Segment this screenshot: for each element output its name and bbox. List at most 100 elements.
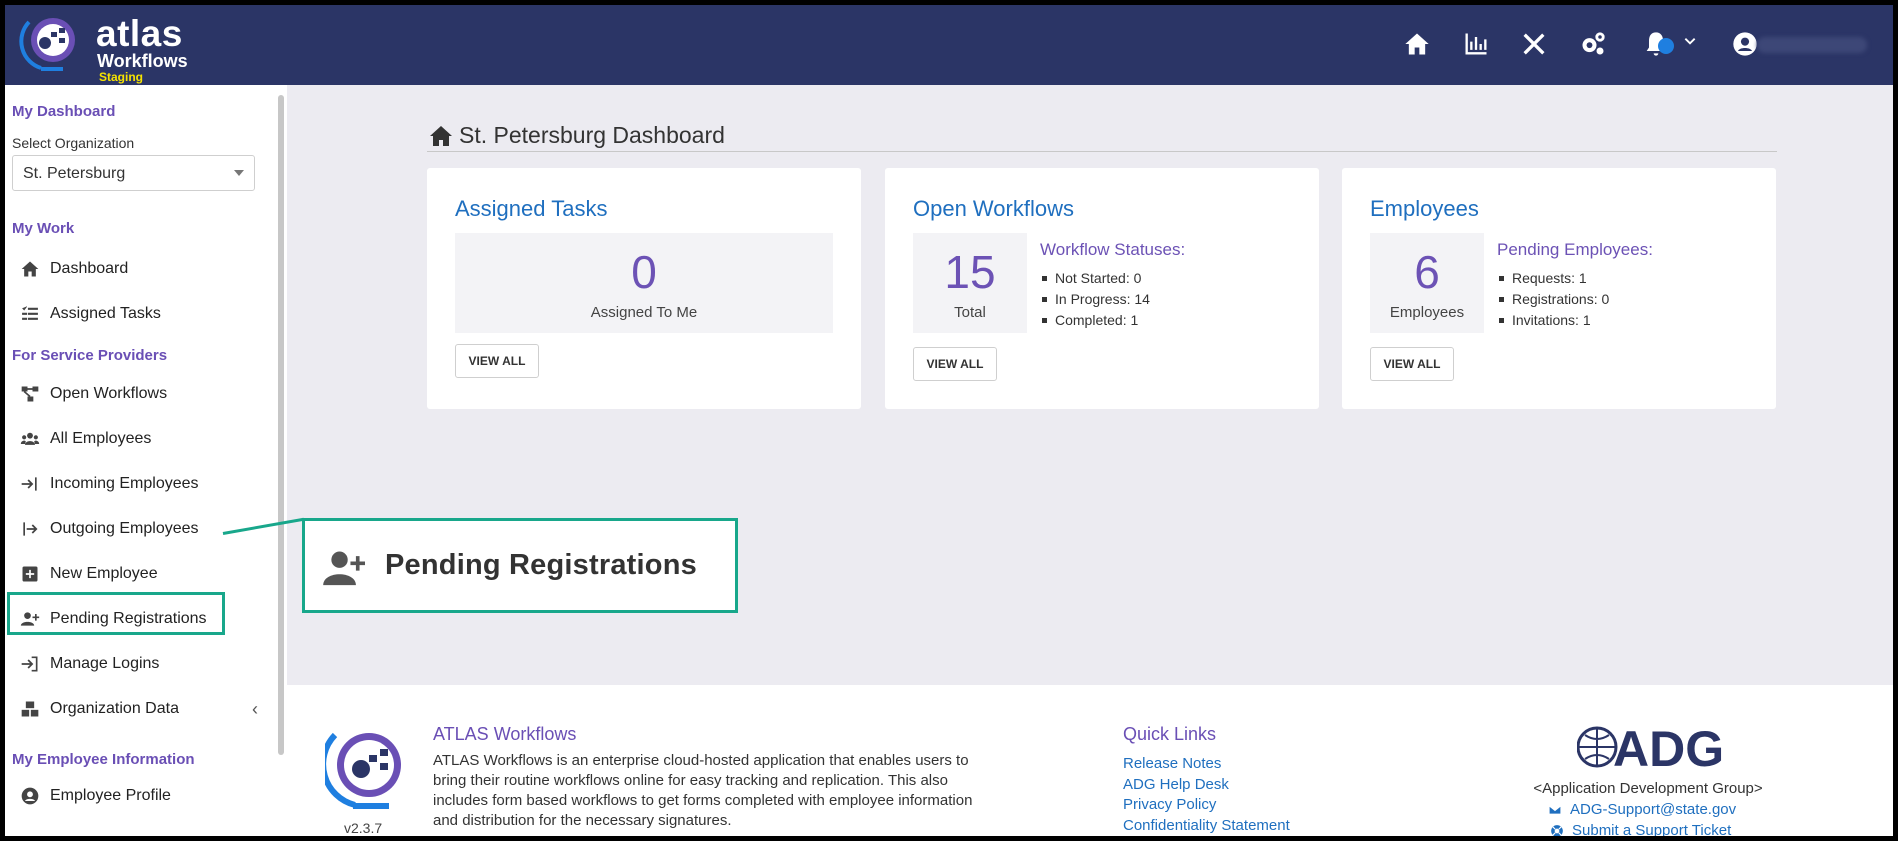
adg-email-link[interactable]: ADG-Support@state.gov xyxy=(1548,801,1736,818)
sidebar-scrollbar[interactable] xyxy=(278,95,284,755)
stat-label: Total xyxy=(954,304,986,321)
chevron-left-icon[interactable]: ‹ xyxy=(252,699,258,720)
sidebar-item-open-workflows[interactable]: Open Workflows xyxy=(12,376,272,412)
support-ticket-link[interactable]: Submit a Support Ticket xyxy=(1550,822,1731,836)
highlight-box xyxy=(7,592,225,635)
stat-number: 0 xyxy=(631,246,657,298)
page-header: St. Petersburg Dashboard xyxy=(427,118,1777,152)
stat-number: 6 xyxy=(1414,246,1440,298)
adg-email-text: ADG-Support@state.gov xyxy=(1570,801,1737,818)
list-item: Completed: 1 xyxy=(1040,310,1150,331)
plus-square-icon xyxy=(22,566,38,582)
stat-box: 0 Assigned To Me xyxy=(455,233,833,333)
pending-employees-list: Requests: 1 Registrations: 0 Invitations… xyxy=(1497,268,1609,331)
sidebar-item-label: Dashboard xyxy=(50,260,129,277)
quick-links-title: Quick Links xyxy=(1123,724,1217,744)
list-item: In Progress: 14 xyxy=(1040,289,1150,310)
adg-logo: ADG xyxy=(1577,721,1723,773)
card-title[interactable]: Open Workflows xyxy=(913,196,1074,222)
section-my-employee-information: My Employee Information xyxy=(12,751,195,768)
chart-icon[interactable] xyxy=(1462,30,1490,58)
adg-logo-text: ADG xyxy=(1613,721,1723,773)
envelope-icon xyxy=(1548,804,1562,815)
card-title[interactable]: Employees xyxy=(1370,196,1479,222)
home-icon xyxy=(430,126,452,146)
sidebar-item-label: Employee Profile xyxy=(50,787,171,804)
organization-select[interactable]: St. Petersburg xyxy=(12,155,255,191)
user-name-redacted[interactable] xyxy=(1757,37,1867,53)
view-all-button[interactable]: VIEW ALL xyxy=(1370,347,1454,381)
user-circle-icon xyxy=(21,787,39,805)
list-item: Invitations: 1 xyxy=(1497,310,1609,331)
atlas-globe-logo-icon xyxy=(325,732,401,809)
cogs-icon[interactable] xyxy=(1579,30,1607,58)
task-list-icon xyxy=(22,306,38,320)
card-title[interactable]: Assigned Tasks xyxy=(455,196,607,222)
list-item: Registrations: 0 xyxy=(1497,289,1609,310)
sidebar-item-label: Organization Data xyxy=(50,700,179,717)
sidebar-item-organization-data[interactable]: Organization Data ‹ xyxy=(12,691,272,727)
section-for-service-providers: For Service Providers xyxy=(12,347,168,364)
workflow-statuses-heading: Workflow Statuses: xyxy=(1040,240,1186,259)
sidebar-item-manage-logins[interactable]: Manage Logins xyxy=(12,646,272,682)
sidebar-item-label: Open Workflows xyxy=(50,385,168,402)
tools-icon[interactable] xyxy=(1520,30,1548,58)
sidebar: My Dashboard Select Organization St. Pet… xyxy=(5,85,287,836)
sidebar-item-all-employees[interactable]: All Employees xyxy=(12,421,272,457)
sidebar-item-label: New Employee xyxy=(50,565,158,582)
select-organization-label: Select Organization xyxy=(12,135,135,151)
view-all-button[interactable]: VIEW ALL xyxy=(913,347,997,381)
adg-full-name: <Application Development Group> xyxy=(1533,780,1763,797)
arrow-right-to-bracket-icon xyxy=(21,477,37,491)
top-navbar: atlas Workflows Staging xyxy=(5,5,1893,85)
logo-title: atlas xyxy=(96,13,183,54)
sidebar-item-assigned-tasks[interactable]: Assigned Tasks xyxy=(12,296,272,332)
arrow-right-from-bracket-icon xyxy=(23,522,38,536)
organization-select-value: St. Petersburg xyxy=(23,165,126,182)
section-my-work: My Work xyxy=(12,220,75,237)
app-window: atlas Workflows Staging My Dashboard Sel… xyxy=(5,5,1893,836)
user-circle-icon[interactable] xyxy=(1731,30,1759,58)
sidebar-item-employee-profile[interactable]: Employee Profile xyxy=(12,778,272,814)
logo-subtitle: Workflows xyxy=(97,51,188,71)
stat-box: 15 Total xyxy=(913,233,1027,333)
sidebar-item-new-employee[interactable]: New Employee xyxy=(12,556,272,592)
footer: v2.3.7 ATLAS Workflows ATLAS Workflows i… xyxy=(287,685,1893,836)
chevron-down-icon[interactable] xyxy=(1682,34,1698,50)
sign-in-icon xyxy=(21,656,38,672)
section-my-dashboard: My Dashboard xyxy=(12,103,116,120)
view-all-button[interactable]: VIEW ALL xyxy=(455,344,539,378)
pending-employees-heading: Pending Employees: xyxy=(1497,240,1653,259)
workflow-icon xyxy=(21,386,39,402)
sidebar-item-dashboard[interactable]: Dashboard xyxy=(12,251,272,287)
link-release-notes[interactable]: Release Notes xyxy=(1123,754,1290,775)
stat-number: 15 xyxy=(944,246,996,298)
link-confidentiality-statement[interactable]: Confidentiality Statement xyxy=(1123,816,1290,837)
stat-label: Assigned To Me xyxy=(590,304,698,321)
environment-badge: Staging xyxy=(99,70,143,84)
home-icon xyxy=(21,261,39,277)
stat-label: Employees xyxy=(1389,304,1465,321)
support-ticket-text: Submit a Support Ticket xyxy=(1572,822,1732,836)
stat-box: 6 Employees xyxy=(1370,233,1484,333)
atlas-logo[interactable]: atlas Workflows Staging xyxy=(19,12,199,84)
app-version: v2.3.7 xyxy=(344,820,383,836)
callout-zoom: Pending Registrations xyxy=(302,518,738,613)
link-adg-help-desk[interactable]: ADG Help Desk xyxy=(1123,775,1290,796)
sidebar-item-incoming-employees[interactable]: Incoming Employees xyxy=(12,466,272,502)
callout-label: Pending Registrations xyxy=(385,549,697,581)
notification-dot xyxy=(1658,38,1674,54)
sidebar-item-outgoing-employees[interactable]: Outgoing Employees xyxy=(12,511,272,547)
open-workflows-card: Open Workflows 15 Total Workflow Statuse… xyxy=(885,168,1319,409)
link-privacy-policy[interactable]: Privacy Policy xyxy=(1123,795,1290,816)
home-icon[interactable] xyxy=(1403,30,1431,58)
user-plus-icon xyxy=(323,551,365,586)
list-item: Not Started: 0 xyxy=(1040,268,1150,289)
page-title: St. Petersburg Dashboard xyxy=(459,122,725,148)
sidebar-item-label: Assigned Tasks xyxy=(50,305,161,322)
footer-description: ATLAS Workflows is an enterprise cloud-h… xyxy=(433,752,973,829)
sidebar-item-label: Incoming Employees xyxy=(50,475,199,492)
footer-title: ATLAS Workflows xyxy=(433,724,577,744)
quick-links-list: Release Notes ADG Help Desk Privacy Poli… xyxy=(1123,754,1290,836)
assigned-tasks-card: Assigned Tasks 0 Assigned To Me VIEW ALL xyxy=(427,168,861,409)
